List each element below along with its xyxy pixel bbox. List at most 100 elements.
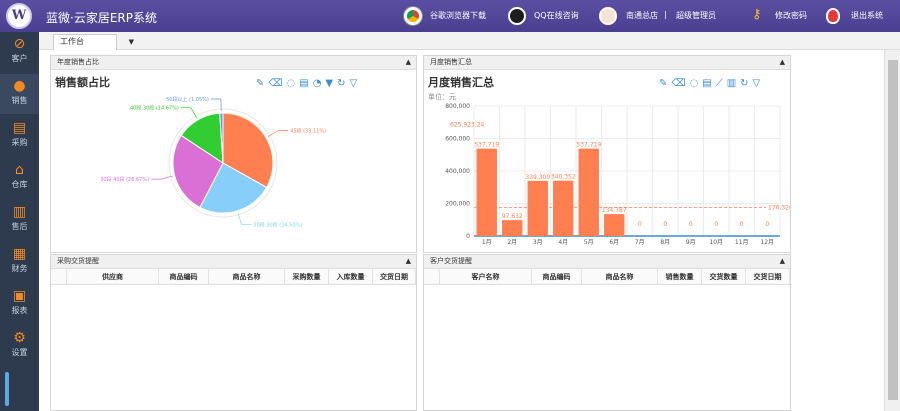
collapse-icon[interactable]: ▲ xyxy=(406,255,411,268)
pie-label: 30段 40段 (26.67%) xyxy=(100,176,149,183)
panel-header: 月度销售汇总 ▲ xyxy=(424,56,790,70)
panel-title: 采购交货提醒 xyxy=(57,257,99,265)
table-header: 供应商 商品编码 商品名称 采购数量 入库数量 交货日期 xyxy=(51,269,416,285)
sidebar-item-report[interactable]: ▣ 报表 xyxy=(0,284,39,324)
settings-icon: ⚙ xyxy=(13,330,26,346)
x-tick-label: 4月 xyxy=(558,239,568,246)
table-header: 客户名称 商品编码 商品名称 销售数量 交货数量 交货日期 xyxy=(424,269,790,285)
pie-label-line xyxy=(267,130,289,137)
compass-icon: ⊘ xyxy=(13,36,26,52)
y-tick-label: 400,000 xyxy=(445,168,470,175)
chart-title: 月度销售汇总 xyxy=(428,76,494,89)
app-logo: W xyxy=(6,3,32,29)
page-scrollbar[interactable] xyxy=(884,50,900,411)
pie-label: 30段 30段 (24.50%) xyxy=(253,221,302,228)
data-label: 134,787 xyxy=(602,207,627,214)
chrome-icon[interactable] xyxy=(404,7,422,25)
x-tick-label: 1月 xyxy=(482,239,492,246)
key-icon[interactable]: ⚷ xyxy=(752,7,762,22)
y-tick-label: 800,000 xyxy=(445,103,470,110)
avatar[interactable] xyxy=(599,7,617,25)
y-tick-label: 0 xyxy=(466,233,470,240)
data-label: 537,719 xyxy=(576,142,601,149)
dashboard: 年度销售占比 ▲ 销售额占比 ✎⌫◌▤◔▼↻▽ 45段 (33.11%) 30段 … xyxy=(39,50,884,411)
data-label: 0 xyxy=(714,221,718,228)
scrollbar-thumb[interactable] xyxy=(888,60,898,400)
column-header[interactable]: 商品名称 xyxy=(582,269,658,284)
sidebar-item-warehouse[interactable]: ⌂ 仓库 xyxy=(0,158,39,198)
column-header[interactable]: 采购数量 xyxy=(285,269,329,284)
qq-icon[interactable] xyxy=(508,7,526,25)
change-password-link[interactable]: 修改密码 xyxy=(775,10,807,21)
bar-chart: 0 200,000 400,000 600,000 800,000 537,719 1月 97… xyxy=(445,103,790,246)
data-label: 0 xyxy=(740,221,744,228)
person-icon: ● xyxy=(13,78,26,94)
purchase-delivery-panel: 采购交货提醒 ▲ 供应商 商品编码 商品名称 采购数量 入库数量 交货日期 xyxy=(50,254,417,411)
sidebar-item-settings[interactable]: ⚙ 设置 xyxy=(0,326,39,366)
sidebar-item-label: 设置 xyxy=(11,348,28,357)
chevron-down-icon[interactable]: ▼ xyxy=(129,35,134,49)
x-tick-label: 6月 xyxy=(609,239,619,246)
collapse-icon[interactable]: ▲ xyxy=(406,56,411,69)
column-header[interactable]: 商品名称 xyxy=(209,269,285,284)
chrome-download-link[interactable]: 谷歌浏览器下载 xyxy=(430,10,486,21)
bar xyxy=(502,220,523,236)
data-label: 0 xyxy=(663,221,667,228)
pie-label: 50段以上 (1.05%) xyxy=(166,96,209,103)
tab-workbench[interactable]: 工作台 ▼ xyxy=(53,34,134,50)
tab-bar: 工作台 ▼ xyxy=(39,32,900,50)
pie-label: 45段 (33.11%) xyxy=(290,128,326,135)
x-tick-label: 10月 xyxy=(709,239,723,246)
sidebar-item-label: 采购 xyxy=(11,138,28,147)
sidebar-item-label: 仓库 xyxy=(11,180,28,189)
y-tick-label: 600,000 xyxy=(445,136,470,143)
panel-title: 客户交货提醒 xyxy=(430,257,472,265)
home-icon: ⌂ xyxy=(15,162,24,178)
column-header[interactable]: 商品编码 xyxy=(159,269,209,284)
pie-label: 40段 30段 (14.67%) xyxy=(130,105,179,112)
customer-delivery-panel: 客户交货提醒 ▲ 客户名称 商品编码 商品名称 销售数量 交货数量 交货日期 xyxy=(423,254,791,411)
column-header[interactable]: 交货日期 xyxy=(373,269,416,284)
column-header[interactable]: 交货日期 xyxy=(746,269,790,284)
sidebar-item-finance[interactable]: ▦ 财务 xyxy=(0,242,39,282)
sidebar-item-label: 报表 xyxy=(11,306,28,315)
x-tick-label: 2月 xyxy=(507,239,517,246)
sidebar-item-purchase[interactable]: ▤ 采购 xyxy=(0,116,39,156)
column-header[interactable]: 交货数量 xyxy=(702,269,746,284)
qq-online-link[interactable]: QQ在线咨询 xyxy=(534,10,579,21)
sidebar-item-sales[interactable]: ● 销售 xyxy=(0,74,39,114)
x-tick-label: 12月 xyxy=(760,239,774,246)
column-header[interactable]: 入库数量 xyxy=(329,269,373,284)
chart-toolbox[interactable]: ✎⌫◌▤⟋▥↻▽ xyxy=(659,78,764,89)
max-label: 625,923.24 xyxy=(450,122,485,129)
x-tick-label: 9月 xyxy=(686,239,696,246)
chart-icon: ▥ xyxy=(12,204,27,220)
column-header[interactable]: 客户名称 xyxy=(440,269,532,284)
sidebar-item-label: 销售 xyxy=(11,96,28,105)
panel-header: 采购交货提醒 ▲ xyxy=(51,255,416,269)
logout-icon[interactable] xyxy=(826,8,840,24)
panel-header: 年度销售占比 ▲ xyxy=(51,56,416,70)
panel-title: 年度销售占比 xyxy=(57,58,99,66)
sidebar-item-aftersales[interactable]: ▥ 售后 xyxy=(0,200,39,240)
sidebar: ⊘ 客户 ● 销售 ▤ 采购 ⌂ 仓库 ▥ 售后 ▦ 财务 ▣ 报表 ⚙ 设置 xyxy=(0,32,39,411)
pie-chart: 45段 (33.11%) 30段 30段 (24.50%) 30段 40段 (26.… xyxy=(100,96,326,228)
column-header[interactable]: 供应商 xyxy=(67,269,159,284)
cart-icon: ▤ xyxy=(12,120,27,136)
collapse-icon[interactable]: ▲ xyxy=(780,255,785,268)
column-header[interactable]: 销售数量 xyxy=(658,269,702,284)
bar xyxy=(553,180,574,236)
column-header[interactable]: 商品编码 xyxy=(532,269,582,284)
collapse-icon[interactable]: ▲ xyxy=(780,56,785,69)
data-label: 340,352 xyxy=(551,174,576,181)
separator: | xyxy=(664,10,667,19)
pie-label-line xyxy=(151,175,173,180)
bar xyxy=(578,148,599,236)
bar xyxy=(476,148,497,236)
data-label: 339,300 xyxy=(525,174,550,181)
logout-link[interactable]: 退出系统 xyxy=(851,10,883,21)
data-label: 97,632 xyxy=(502,213,523,220)
data-label: 537,719 xyxy=(474,142,499,149)
sidebar-item-customer[interactable]: ⊘ 客户 xyxy=(0,32,39,72)
app-title: 蓝微·云家居ERP系统 xyxy=(46,11,157,25)
